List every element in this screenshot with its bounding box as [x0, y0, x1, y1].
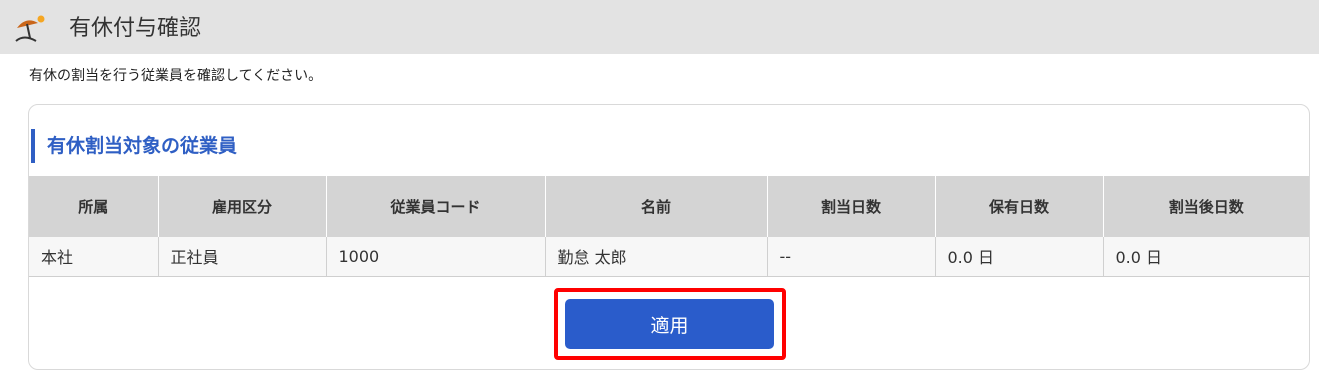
apply-button[interactable]: 適用 — [565, 299, 774, 349]
cell-assigned-days: -- — [767, 237, 936, 277]
page-header: 有休付与確認 — [0, 0, 1319, 54]
employee-card: 有休割当対象の従業員 所属 雇用区分 従業員コード 名前 割当日数 保有日数 割… — [28, 104, 1310, 370]
column-header-employee-code: 従業員コード — [326, 176, 546, 237]
cell-days-after-assignment: 0.0 日 — [1103, 237, 1309, 277]
instruction-text: 有休の割当を行う従業員を確認してください。 — [29, 68, 323, 84]
employee-table: 所属 雇用区分 従業員コード 名前 割当日数 保有日数 割当後日数 本社 正社員… — [29, 176, 1309, 277]
column-header-held-days: 保有日数 — [935, 176, 1104, 237]
beach-umbrella-icon — [15, 15, 45, 42]
column-header-name: 名前 — [545, 176, 768, 237]
cell-name: 勤怠 太郎 — [545, 237, 768, 277]
cell-employment-type: 正社員 — [158, 237, 327, 277]
table-row: 本社 正社員 1000 勤怠 太郎 -- 0.0 日 0.0 日 — [29, 237, 1309, 277]
page-title: 有休付与確認 — [69, 16, 202, 41]
cell-held-days: 0.0 日 — [935, 237, 1104, 277]
table-header-row: 所属 雇用区分 従業員コード 名前 割当日数 保有日数 割当後日数 — [29, 176, 1309, 237]
column-header-assigned-days: 割当日数 — [767, 176, 936, 237]
column-header-days-after-assignment: 割当後日数 — [1103, 176, 1309, 237]
cell-department: 本社 — [29, 237, 159, 277]
column-header-employment-type: 雇用区分 — [158, 176, 327, 237]
column-header-department: 所属 — [29, 176, 159, 237]
cell-employee-code: 1000 — [326, 237, 546, 277]
section-title: 有休割当対象の従業員 — [31, 129, 237, 163]
